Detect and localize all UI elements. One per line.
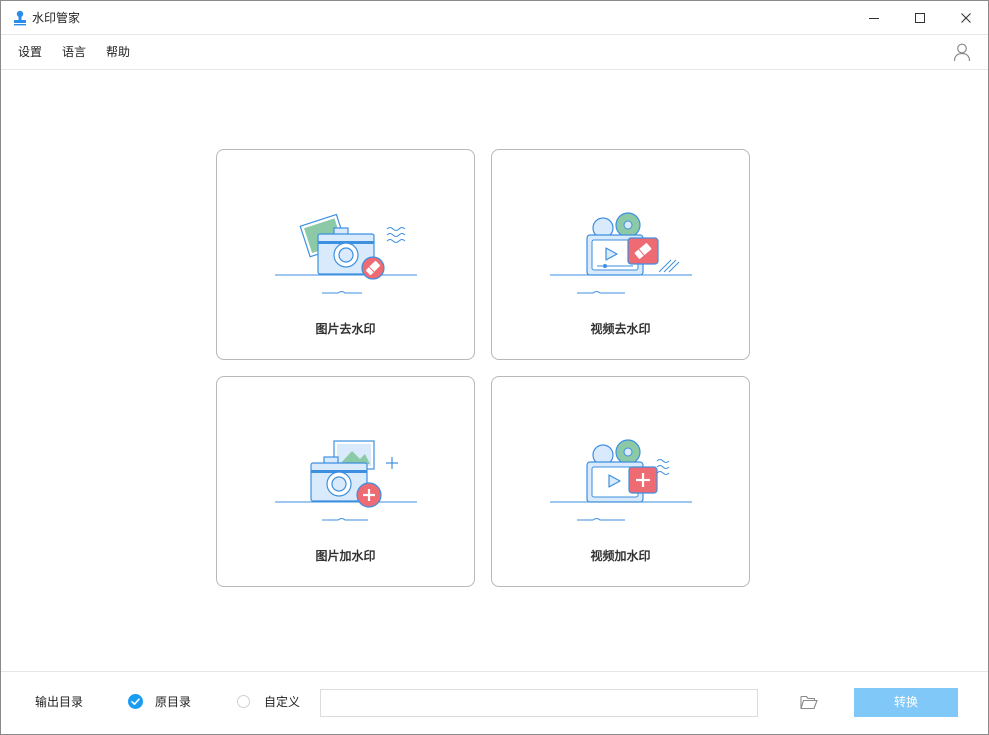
card-video-add-watermark[interactable]: 视频加水印: [491, 376, 750, 587]
menu-help[interactable]: 帮助: [106, 45, 130, 59]
card-label: 图片去水印: [315, 322, 376, 336]
photo-remove-watermark-icon: [275, 213, 417, 294]
card-video-remove-watermark[interactable]: 视频去水印: [491, 149, 750, 360]
menu-bar: 设置 语言 帮助: [1, 35, 988, 70]
output-directory-label: 输出目录: [35, 695, 84, 709]
maximize-button[interactable]: [897, 1, 943, 35]
card-label: 视频去水印: [590, 322, 651, 336]
card-photo-remove-watermark[interactable]: 图片去水印: [216, 149, 475, 360]
menu-settings[interactable]: 设置: [18, 45, 42, 59]
photo-add-watermark-icon: [275, 440, 417, 521]
convert-button[interactable]: 转换: [854, 688, 958, 717]
title-bar: 水印管家: [1, 1, 988, 35]
minimize-button[interactable]: [851, 1, 897, 35]
user-icon[interactable]: [952, 42, 972, 62]
card-label: 图片加水印: [315, 549, 376, 563]
app-window: 水印管家 设置 语言 帮助 图片去水印 视频去水印 图片加水印 视频加水印 输出…: [0, 0, 989, 735]
radio-custom-directory[interactable]: [237, 695, 250, 708]
menu-language[interactable]: 语言: [62, 45, 86, 59]
close-button[interactable]: [943, 1, 989, 35]
radio-custom-label[interactable]: 自定义: [264, 695, 300, 709]
card-label: 视频加水印: [590, 549, 651, 563]
window-title: 水印管家: [32, 11, 81, 25]
radio-original-label[interactable]: 原目录: [155, 695, 191, 709]
video-remove-watermark-icon: [550, 212, 692, 294]
video-add-watermark-icon: [550, 439, 692, 521]
card-photo-add-watermark[interactable]: 图片加水印: [216, 376, 475, 587]
minimize-icon: [869, 18, 879, 19]
folder-open-icon[interactable]: [800, 694, 818, 710]
maximize-icon: [915, 13, 925, 23]
radio-original-directory[interactable]: [128, 694, 143, 709]
output-bar: 输出目录 原目录 自定义 转换: [1, 671, 988, 734]
close-icon: [961, 13, 971, 23]
output-path-input[interactable]: [320, 689, 758, 717]
stamp-icon: [14, 10, 26, 26]
